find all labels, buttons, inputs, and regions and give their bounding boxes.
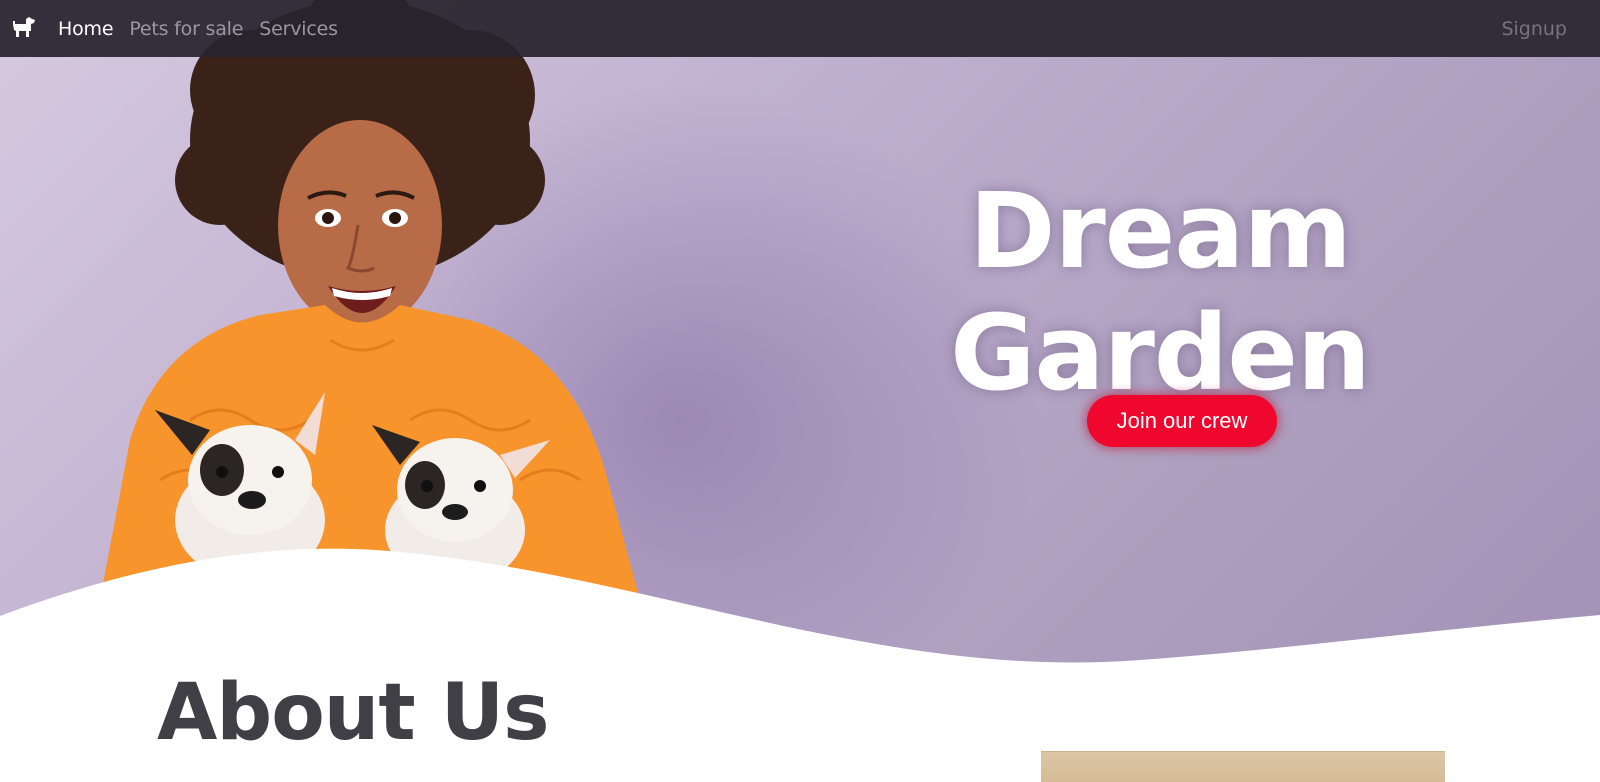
hero-section: Dream Garden Join our crew bbox=[0, 0, 1600, 680]
signup-link[interactable]: Signup bbox=[1501, 0, 1567, 57]
hero-wave-divider bbox=[0, 548, 1600, 680]
dog-icon[interactable] bbox=[10, 15, 36, 41]
about-title: About Us bbox=[157, 668, 550, 758]
top-navbar: Home Pets for sale Services Signup bbox=[0, 0, 1600, 57]
hero-title: Dream Garden bbox=[950, 170, 1371, 414]
nav-link-pets-for-sale[interactable]: Pets for sale bbox=[129, 18, 243, 40]
nav-links: Home Pets for sale Services bbox=[58, 0, 338, 57]
join-crew-button[interactable]: Join our crew bbox=[1087, 395, 1277, 447]
about-image bbox=[1041, 751, 1445, 782]
nav-link-services[interactable]: Services bbox=[259, 18, 338, 40]
nav-link-home[interactable]: Home bbox=[58, 18, 114, 40]
hero-image-woman-with-puppies bbox=[100, 0, 640, 600]
